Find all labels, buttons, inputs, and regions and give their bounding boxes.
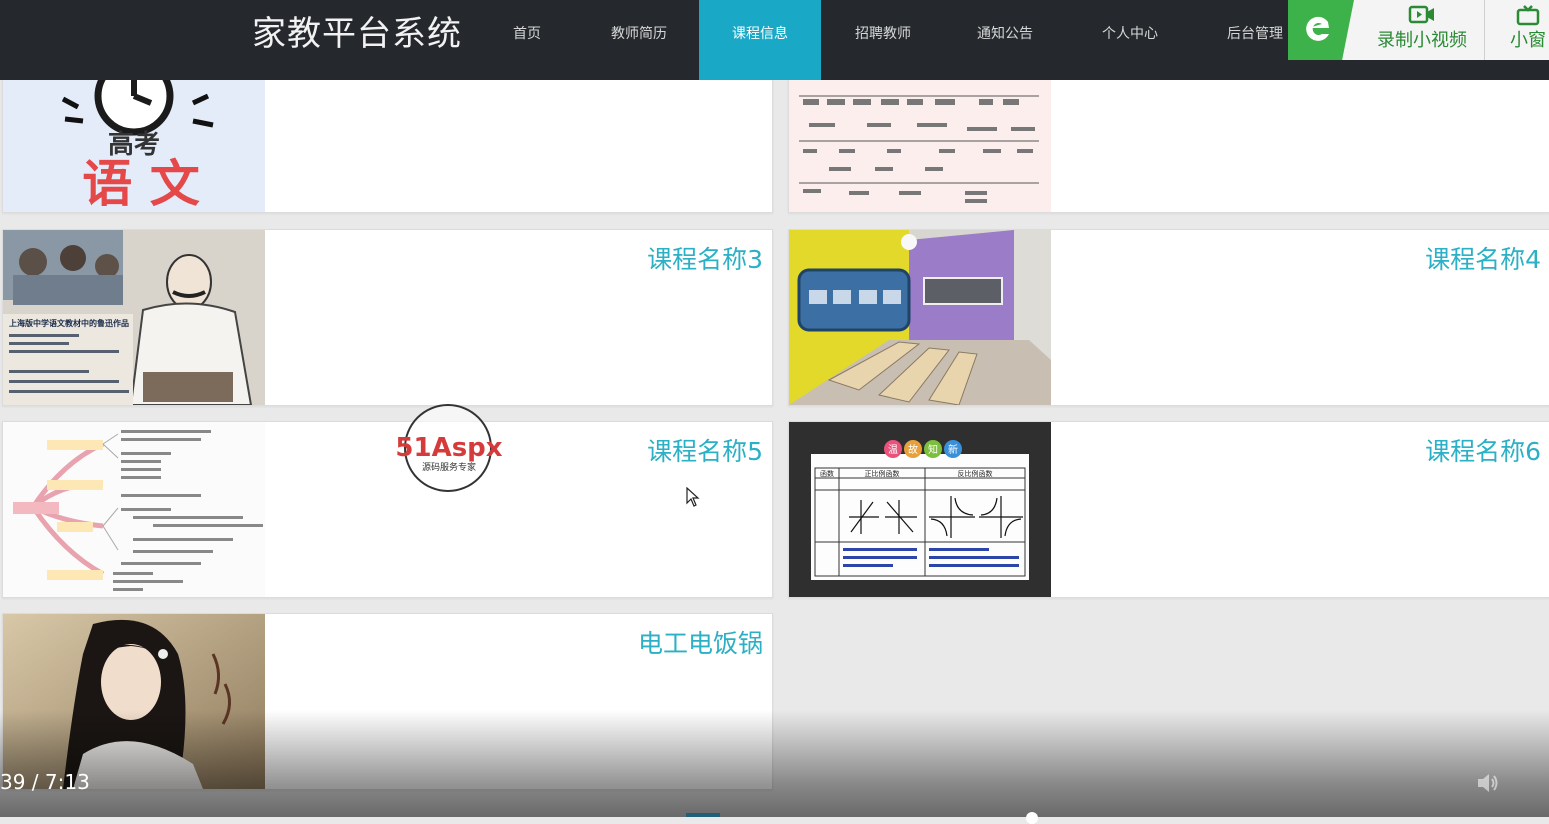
watermark-brand: 51Aspx — [395, 433, 502, 463]
table-head-cell: 反比例函数 — [958, 469, 993, 478]
progress-bar-played[interactable] — [686, 813, 720, 817]
nav-course-info[interactable]: 课程信息 — [699, 0, 821, 80]
video-time: 39 / 7:13 — [0, 770, 90, 794]
mini-window-label: 小窗 — [1510, 30, 1546, 51]
course-thumbnail: 温 故 知 新 函数 正比例函数 反比例函数 — [789, 422, 1051, 597]
seek-handle[interactable] — [1026, 812, 1038, 824]
course-card[interactable]: 课程名称4 — [788, 229, 1549, 406]
nav-recruit-teacher[interactable]: 招聘教师 — [838, 0, 928, 80]
nav-notices[interactable]: 通知公告 — [960, 0, 1050, 80]
recorder-toolbar: 录制小视频 小窗 — [1288, 0, 1549, 60]
course-card[interactable]: 上海版中学语文教材中的鲁迅作品 课程名称3 — [2, 229, 773, 406]
mini-window-button[interactable]: 小窗 — [1498, 0, 1549, 60]
lu-xun-illustration-image: 上海版中学语文教材中的鲁迅作品 — [3, 230, 265, 405]
mind-map-image — [3, 422, 265, 597]
video-camera-icon — [1408, 5, 1434, 24]
table-head-cell: 正比例函数 — [865, 469, 900, 478]
wengu-char: 故 — [908, 443, 918, 456]
nav-admin[interactable]: 后台管理 — [1210, 0, 1300, 80]
record-video-label: 录制小视频 — [1377, 30, 1467, 51]
course-thumbnail — [3, 422, 265, 597]
course-title[interactable]: 课程名称6 — [1425, 432, 1541, 468]
nav-personal-center[interactable]: 个人中心 — [1085, 0, 1175, 80]
course-thumbnail: 上海版中学语文教材中的鲁迅作品 — [3, 230, 265, 405]
course-title[interactable]: 课程名称3 — [647, 240, 763, 276]
video-controls-overlay — [0, 710, 1549, 817]
volume-icon[interactable] — [1475, 770, 1501, 796]
site-brand[interactable]: 家教平台系统 — [252, 12, 462, 56]
course-thumbnail — [789, 230, 1051, 405]
record-video-button[interactable]: 录制小视频 — [1366, 0, 1478, 60]
tv-icon — [1516, 5, 1540, 26]
course-title[interactable]: 电工电饭锅 — [638, 624, 763, 660]
watermark-tagline: 源码服务专家 — [422, 461, 476, 473]
nav-teacher-resume[interactable]: 教师简历 — [594, 0, 684, 80]
course-title[interactable]: 课程名称5 — [647, 432, 763, 468]
nav-home[interactable]: 首页 — [487, 0, 567, 80]
table-head-cell: 函数 — [820, 469, 834, 478]
wengu-char: 知 — [928, 443, 938, 456]
function-table-image: 温 故 知 新 函数 正比例函数 反比例函数 — [789, 422, 1051, 597]
browser-logo-icon — [1288, 0, 1354, 60]
watermark-logo-icon: 51Aspx 源码服务专家 — [395, 404, 503, 492]
wengu-char: 新 — [948, 443, 958, 456]
classroom-photo-image — [789, 230, 1051, 405]
wengu-char: 温 — [888, 444, 898, 456]
course-card[interactable]: 温 故 知 新 函数 正比例函数 反比例函数 课程名称6 — [788, 421, 1549, 598]
toolbar-divider — [1484, 0, 1485, 60]
yuwen-text: 语 文 — [82, 155, 199, 212]
mouse-cursor-icon — [686, 487, 700, 507]
course-title[interactable]: 课程名称4 — [1425, 240, 1541, 276]
luxun-caption-text: 上海版中学语文教材中的鲁迅作品 — [9, 318, 129, 328]
